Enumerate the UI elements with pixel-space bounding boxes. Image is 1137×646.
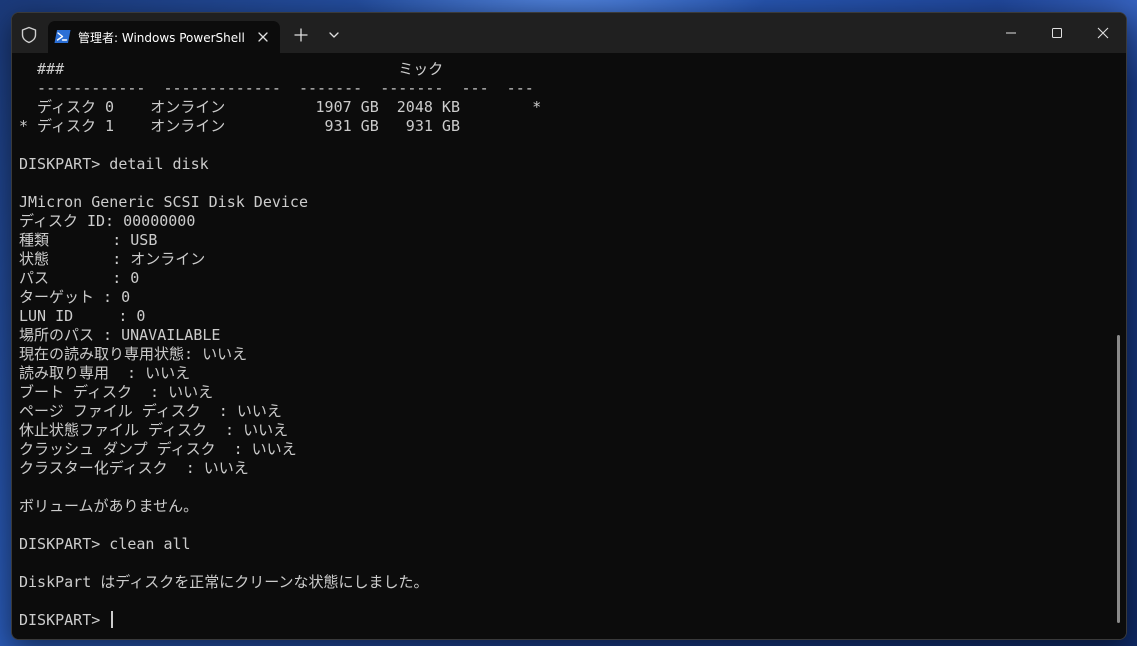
terminal-line: DISKPART> detail disk bbox=[19, 155, 209, 173]
terminal-window: 管理者: Windows PowerShell ### ミック --------… bbox=[11, 12, 1127, 640]
scrollbar-thumb[interactable] bbox=[1117, 335, 1120, 623]
terminal-line: DiskPart はディスクを正常にクリーンな状態にしました。 bbox=[19, 573, 429, 591]
terminal-line: JMicron Generic SCSI Disk Device bbox=[19, 193, 308, 211]
text-cursor bbox=[111, 611, 114, 628]
maximize-button[interactable] bbox=[1034, 13, 1080, 53]
close-icon bbox=[1097, 27, 1109, 39]
chevron-down-icon[interactable] bbox=[328, 31, 340, 39]
terminal-line: 休止状態ファイル ディスク : いいえ bbox=[19, 421, 289, 439]
terminal-line: * ディスク 1 オンライン 931 GB 931 GB bbox=[19, 117, 460, 135]
terminal-line: クラッシュ ダンプ ディスク : いいえ bbox=[19, 440, 297, 458]
shield-icon bbox=[21, 26, 37, 44]
tab-powershell[interactable]: 管理者: Windows PowerShell bbox=[48, 21, 280, 53]
minimize-icon bbox=[1006, 32, 1016, 34]
close-window-button[interactable] bbox=[1080, 13, 1126, 53]
terminal-line: 読み取り専用 : いいえ bbox=[19, 364, 191, 382]
terminal-lines: ### ミック ------------ ------------- -----… bbox=[19, 60, 541, 630]
terminal-line: クラスター化ディスク : いいえ bbox=[19, 459, 249, 477]
terminal-output[interactable]: ### ミック ------------ ------------- -----… bbox=[12, 53, 1126, 639]
title-bar[interactable]: 管理者: Windows PowerShell bbox=[12, 13, 1126, 53]
terminal-line: LUN ID : 0 bbox=[19, 307, 146, 325]
terminal-line: ページ ファイル ディスク : いいえ bbox=[19, 402, 282, 420]
minimize-button[interactable] bbox=[988, 13, 1034, 53]
terminal-line: 状態 : オンライン bbox=[19, 250, 206, 268]
powershell-icon bbox=[54, 30, 71, 43]
terminal-line: ターゲット : 0 bbox=[19, 288, 131, 306]
terminal-line: ブート ディスク : いいえ bbox=[19, 383, 214, 401]
tab-title: 管理者: Windows PowerShell bbox=[78, 31, 245, 45]
terminal-line: ### ミック bbox=[19, 60, 444, 78]
close-icon[interactable] bbox=[254, 28, 272, 46]
terminal-line: 場所のパス : UNAVAILABLE bbox=[19, 326, 221, 344]
terminal-line: ボリュームがありません。 bbox=[19, 497, 199, 515]
maximize-icon bbox=[1052, 28, 1062, 38]
terminal-line: 現在の読み取り専用状態: いいえ bbox=[19, 345, 248, 363]
terminal-line: ディスク ID: 00000000 bbox=[19, 212, 196, 230]
terminal-line: 種類 : USB bbox=[19, 231, 158, 249]
terminal-line: パス : 0 bbox=[19, 269, 140, 287]
terminal-prompt-line[interactable]: DISKPART> bbox=[19, 611, 541, 630]
terminal-line: ディスク 0 オンライン 1907 GB 2048 KB * bbox=[19, 98, 542, 116]
terminal-line: DISKPART> clean all bbox=[19, 535, 191, 553]
plus-icon[interactable] bbox=[294, 28, 308, 42]
terminal-prompt: DISKPART> bbox=[19, 611, 110, 629]
terminal-line: ------------ ------------- ------- -----… bbox=[19, 79, 534, 97]
